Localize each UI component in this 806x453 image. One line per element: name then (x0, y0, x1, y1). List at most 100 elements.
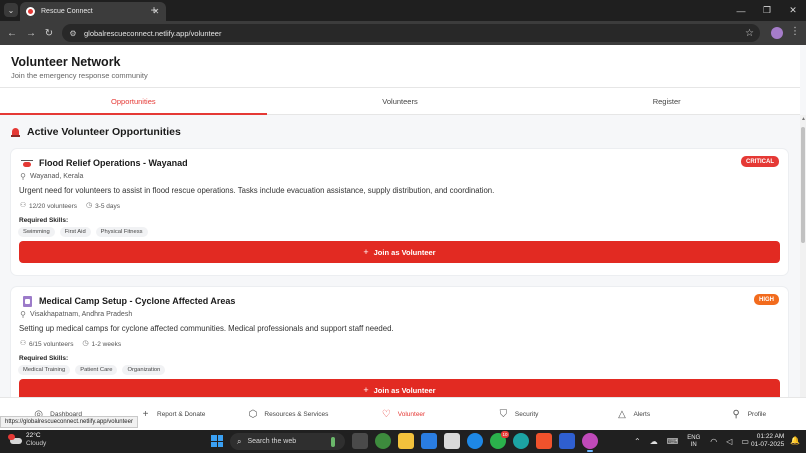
chevron-up-icon[interactable]: ⌃ (634, 437, 641, 446)
meta-row: ⚇ 6/15 volunteers ◷ 1-2 weeks (19, 340, 121, 348)
chrome-icon[interactable] (375, 433, 391, 449)
skills-label: Required Skills: (19, 217, 69, 224)
plus-icon: + (363, 247, 369, 257)
location-text: Wayanad, Kerala (30, 173, 84, 180)
siren-icon (11, 127, 20, 137)
scroll-up-icon[interactable]: ▲ (801, 116, 806, 122)
weather-widget[interactable]: 22°C Cloudy (8, 432, 46, 448)
user-icon: ⚲ (732, 408, 740, 420)
browser-menu-icon[interactable]: ⋮ (790, 26, 800, 37)
profile-avatar[interactable] (771, 27, 783, 39)
duration-text: 3-5 days (95, 202, 120, 210)
back-button[interactable]: ← (5, 26, 19, 40)
forward-button[interactable]: → (24, 26, 38, 40)
restore-button[interactable]: ❐ (754, 0, 780, 21)
new-tab-button[interactable]: + (148, 3, 160, 17)
volunteer-count: 6/15 volunteers (29, 340, 74, 348)
nav-label: Volunteer (397, 410, 426, 418)
skill-chip: Physical Fitness (95, 227, 148, 237)
language-indicator[interactable]: ENG IN (687, 435, 700, 449)
scroll-thumb[interactable] (801, 127, 805, 243)
package-icon: ⬡ (248, 408, 258, 420)
onedrive-icon[interactable]: ☁ (650, 437, 658, 446)
clock[interactable]: 01:22 AM 01-07-2025 (751, 433, 784, 449)
reload-button[interactable]: ↻ (42, 26, 56, 40)
battery-icon[interactable]: ▭ (741, 437, 749, 446)
plus-icon: + (142, 408, 149, 420)
brave-icon[interactable] (536, 433, 552, 449)
edge-icon[interactable] (513, 433, 529, 449)
volunteer-count: 12/20 volunteers (29, 202, 78, 210)
browser-tab[interactable]: Rescue Connect ✕ (20, 2, 166, 21)
page-content: Volunteer Network Join the emergency res… (0, 45, 806, 430)
tab-opportunities[interactable]: Opportunities (0, 88, 267, 115)
section-heading: Active Volunteer Opportunities (11, 126, 181, 138)
nav-resources-services[interactable]: ⬡ Resources & Services (230, 398, 345, 430)
lang-bottom: IN (690, 441, 697, 448)
volume-icon[interactable]: ◁ (726, 437, 732, 446)
opportunity-card: Flood Relief Operations - Wayanad CRITIC… (11, 149, 788, 275)
search-highlight-icon (327, 436, 341, 448)
wifi-icon[interactable]: ◠ (710, 437, 717, 446)
users-icon: ⚇ (19, 340, 27, 347)
skill-chip: Medical Training (18, 365, 71, 375)
nav-label: Profile (747, 410, 767, 418)
nav-volunteer[interactable]: ♡ Volunteer (345, 398, 460, 430)
lang-top: ENG (687, 434, 701, 441)
file-explorer-icon[interactable] (398, 433, 414, 449)
skill-chip: Patient Care (75, 365, 118, 375)
date-text: 01-07-2025 (751, 441, 785, 448)
volunteer-tabs: Opportunities Volunteers Register (0, 88, 800, 115)
nav-profile[interactable]: ⚲ Profile (691, 398, 806, 430)
tab-search-button[interactable]: ⌄ (4, 3, 18, 17)
location-text: Visakhapatnam, Andhra Pradesh (30, 311, 133, 318)
time-text: 01:22 AM (756, 433, 785, 440)
join-volunteer-button[interactable]: + Join as Volunteer (19, 241, 780, 263)
opportunity-description: Urgent need for volunteers to assist in … (19, 186, 495, 195)
keyboard-icon[interactable]: ⌨ (667, 437, 679, 446)
page-title: Volunteer Network (11, 55, 121, 69)
cortana-icon[interactable] (467, 433, 483, 449)
windows-start-icon[interactable] (211, 435, 223, 447)
site-info-icon[interactable]: ⚙ (68, 28, 78, 38)
section-title: Active Volunteer Opportunities (27, 126, 181, 138)
map-pin-icon: ⚲ (20, 310, 26, 319)
page-scrollbar[interactable]: ▲ ▼ (800, 115, 806, 430)
whatsapp-icon[interactable]: 10 (490, 431, 509, 449)
minimize-button[interactable]: — (728, 0, 754, 21)
browser-tab-bar: ⌄ Rescue Connect ✕ + — ❐ ✕ (0, 0, 806, 21)
meta-row: ⚇ 12/20 volunteers ◷ 3-5 days (19, 202, 120, 210)
page-header: Volunteer Network Join the emergency res… (0, 45, 800, 88)
store-icon[interactable] (444, 433, 460, 449)
windows-taskbar: 22°C Cloudy ⌕ Search the web 10 ⌃ ☁ ⌨ EN… (0, 430, 806, 453)
join-button-label: Join as Volunteer (373, 247, 436, 257)
todo-icon[interactable] (421, 433, 437, 449)
opportunity-description: Setting up medical camps for cyclone aff… (19, 324, 394, 333)
opportunity-title: Flood Relief Operations - Wayanad (39, 158, 188, 168)
clock-icon: ◷ (86, 202, 93, 209)
notification-bell-icon[interactable]: 🔔 (790, 436, 800, 445)
map-pin-icon: ⚲ (20, 172, 26, 181)
whatsapp-badge: 10 (501, 431, 509, 438)
clock-icon: ◷ (82, 340, 89, 347)
nav-security[interactable]: ⛉ Security (461, 398, 576, 430)
address-bar: ← → ↻ ⚙ globalrescueconnect.netlify.app/… (0, 21, 806, 45)
duration-text: 1-2 weeks (91, 340, 122, 348)
url-input[interactable]: ⚙ globalrescueconnect.netlify.app/volunt… (62, 24, 760, 42)
bookmark-star-icon[interactable]: ☆ (745, 28, 754, 39)
tab-volunteers[interactable]: Volunteers (267, 88, 534, 114)
chrome-profile-icon[interactable] (582, 433, 598, 452)
taskbar-search-input[interactable]: ⌕ Search the web (230, 433, 345, 450)
word-icon[interactable] (559, 433, 575, 449)
nav-alerts[interactable]: △ Alerts (576, 398, 691, 430)
join-button-label: Join as Volunteer (373, 385, 436, 395)
tab-register[interactable]: Register (533, 88, 800, 114)
url-text: globalrescueconnect.netlify.app/voluntee… (84, 28, 222, 38)
location-row: ⚲ Wayanad, Kerala (19, 172, 83, 181)
task-view-icon[interactable] (352, 433, 368, 449)
nav-label: Alerts (633, 410, 651, 418)
priority-badge: CRITICAL (741, 156, 779, 167)
card-title-row: Medical Camp Setup - Cyclone Affected Ar… (21, 295, 235, 307)
close-window-button[interactable]: ✕ (780, 0, 806, 21)
shield-icon: ⛉ (499, 408, 508, 420)
